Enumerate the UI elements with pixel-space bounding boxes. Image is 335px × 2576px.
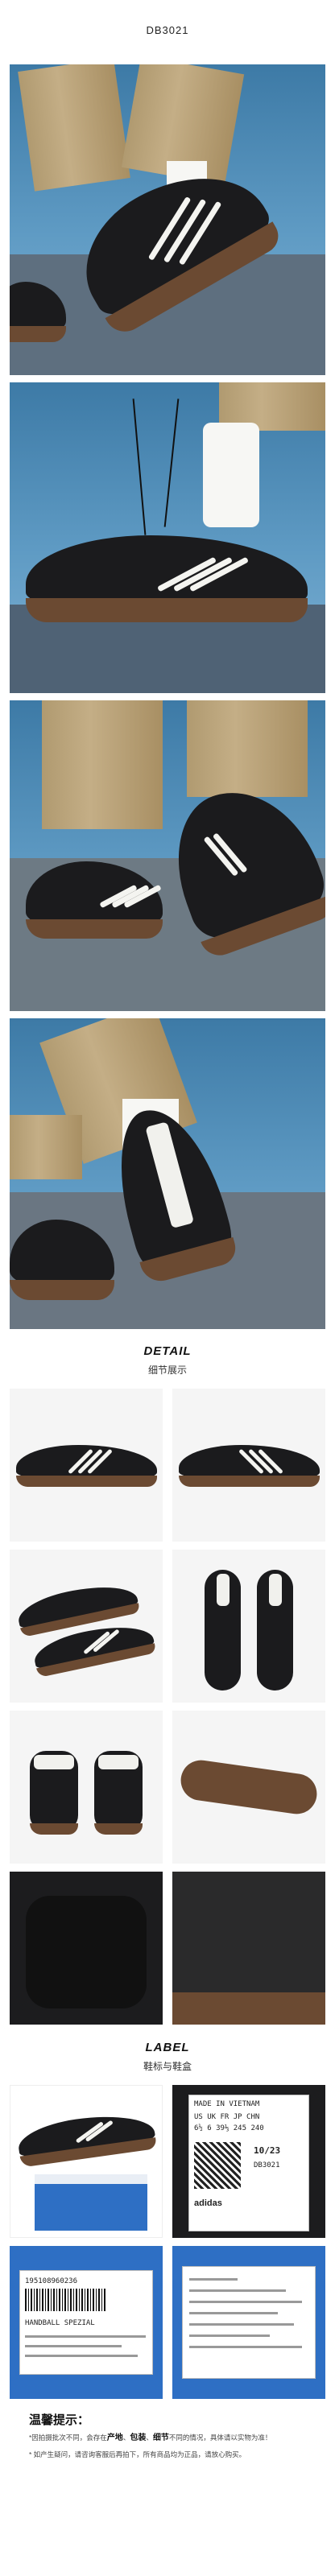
lifestyle-photo-2 [10,382,325,693]
label-tile-box-sticker: 195108960236 HANDBALL SPEZIAL [10,2246,163,2399]
tag-article: DB3021 [254,2161,280,2169]
detail-tile-insole [10,1872,163,2025]
label-section-header: LABEL 鞋标与鞋盒 [0,2041,335,2073]
detail-tile-pair-angle [10,1550,163,1703]
detail-title-cn: 细节展示 [147,1364,187,1376]
shoe-lacing [26,511,308,632]
label-tile-shoe-box [10,2085,163,2238]
tips-line-1: *因拍摄批次不同，会存在产地、包装、细节不同的情况，具体请以实物为准！ [29,2434,272,2442]
shoe-side-left [26,861,163,950]
qr-code-icon [194,2142,241,2189]
lifestyle-photo-4 [10,1018,325,1329]
detail-tile-outsole [172,1711,325,1864]
detail-tile-back-view [10,1711,163,1864]
tips-line-2: * 如产生疑问，请咨询客服后再拍下，所有商品均为正品，请放心购买。 [29,2450,246,2458]
detail-title-en: DETAIL [143,1344,192,1358]
tips-title: 温馨提示： [29,2413,90,2427]
product-code-title: DB3021 [146,24,189,36]
tag-size-header: US UK FR JP CHN [194,2113,260,2121]
box-barcode-number: 195108960236 [25,2277,78,2285]
barcode-icon [25,2289,105,2311]
tips-section: 温馨提示： *因拍摄批次不同，会存在产地、包装、细节不同的情况，具体请以实物为准… [29,2411,306,2461]
label-title-cn: 鞋标与鞋盒 [143,2061,192,2072]
lifestyle-photo-1 [10,64,325,375]
tag-date: 10/23 [254,2145,281,2156]
tag-brand: adidas [194,2198,222,2208]
label-tile-tongue-tag: MADE IN VIETNAM US UK FR JP CHN 6½ 6 39⅓… [172,2085,325,2238]
detail-tile-side-left [10,1389,163,1542]
tag-made-in: MADE IN VIETNAM [194,2100,260,2108]
lifestyle-photo-3 [10,700,325,1011]
label-title-en: LABEL [145,2041,190,2054]
detail-tile-suede-closeup [172,1872,325,2025]
box-model: HANDBALL SPEZIAL [25,2319,95,2327]
label-tile-cn-sticker [172,2246,325,2399]
detail-tile-top-view [172,1550,325,1703]
detail-section-header: DETAIL 细节展示 [0,1344,335,1377]
tag-sizes: 6½ 6 39⅓ 245 240 [194,2124,264,2132]
detail-tile-side-right [172,1389,325,1542]
